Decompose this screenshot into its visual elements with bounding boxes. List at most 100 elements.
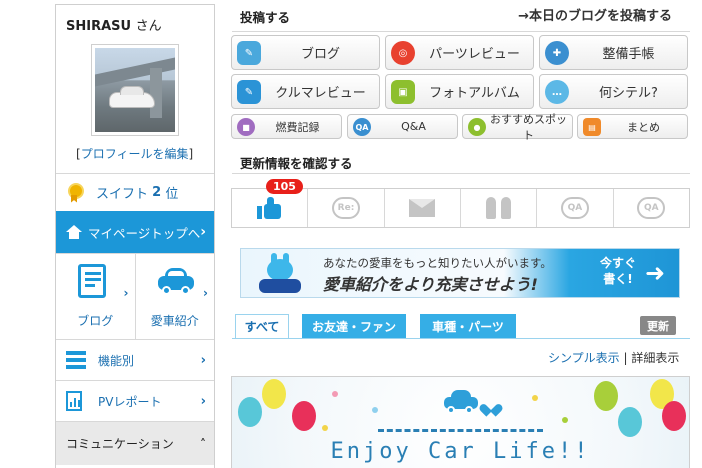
enjoy-car-life-text: Enjoy Car Life!! xyxy=(330,439,591,464)
balloon-decoration xyxy=(292,401,316,431)
bracket-close: ] xyxy=(188,147,194,161)
view-detail-link[interactable]: 詳細表示 xyxy=(631,351,679,365)
report-icon xyxy=(66,391,82,411)
balloon-decoration xyxy=(262,379,286,409)
banner-line1: あなたの愛車をもっと知りたい人がいます。 xyxy=(323,256,552,270)
banner-cta: 今すぐ 書く! xyxy=(597,255,639,287)
mypage-top-button[interactable]: マイページトップへ › xyxy=(56,211,214,253)
sidebar-section-communication[interactable]: コミュニケーション ˄ xyxy=(56,421,214,465)
banner-cta-line1: 今すぐ xyxy=(599,256,636,270)
rank-row[interactable]: スイフト 2 位 xyxy=(56,173,214,211)
view-separator: | xyxy=(623,351,628,365)
post-fuel-log-button[interactable]: ■ 燃費記録 xyxy=(231,114,342,139)
rank-value: 2 xyxy=(152,185,162,200)
enjoy-car-life-card[interactable]: Enjoy Car Life!! xyxy=(231,376,690,468)
chevron-right-icon: › xyxy=(203,286,208,300)
sidebar-tile-car[interactable]: › 愛車紹介 xyxy=(134,254,215,339)
list-icon xyxy=(66,351,86,369)
button-label: クルマレビュー xyxy=(275,86,366,101)
post-photo-album-button[interactable]: ▣ フォトアルバム xyxy=(385,74,534,109)
photo-icon: ▣ xyxy=(391,80,415,104)
profile-edit-link[interactable]: プロフィールを編集 xyxy=(81,147,189,161)
chevron-up-icon: ˄ xyxy=(200,436,206,451)
friends-icon xyxy=(484,197,514,219)
reply-icon: Re: xyxy=(331,197,360,219)
sidebar-tiles: › ブログ › 愛車紹介 xyxy=(56,253,214,339)
post-maintenance-button[interactable]: ✚ 整備手帳 xyxy=(539,35,688,70)
chevron-right-icon: › xyxy=(200,224,206,240)
button-label: まとめ xyxy=(627,120,660,134)
post-spot-button[interactable]: ● おすすめスポット xyxy=(462,113,573,142)
notif-messages[interactable] xyxy=(383,189,460,227)
notif-likes[interactable]: 105 xyxy=(232,179,307,227)
dashed-road-line xyxy=(378,429,543,432)
mail-icon xyxy=(409,199,436,217)
refresh-button[interactable]: 更新 xyxy=(640,316,676,335)
post-summary-button[interactable]: ▤ まとめ xyxy=(577,114,688,139)
sidebar-tile-blog[interactable]: › ブログ xyxy=(56,254,135,339)
post-qa-button[interactable]: QA Q&A xyxy=(347,114,458,139)
sidebar: SHIRASU さん [プロフィールを編集] スイフト 2 位 マイページトップ… xyxy=(55,4,215,468)
car-intro-banner[interactable]: あなたの愛車をもっと知りたい人がいます。 愛車紹介をより充実させよう! 今すぐ … xyxy=(240,248,680,298)
confetti-decoration xyxy=(322,425,328,431)
view-simple-link[interactable]: シンプル表示 xyxy=(548,351,620,365)
sidebar-item-functions[interactable]: 機能別 › xyxy=(56,339,214,380)
steering-wheel-icon: ◎ xyxy=(391,41,415,65)
car-icon xyxy=(444,389,478,414)
rank-car: スイフト xyxy=(96,187,149,202)
home-icon xyxy=(66,225,82,239)
chevron-right-icon: › xyxy=(123,286,129,300)
blog-pen-icon: ✎ xyxy=(237,41,261,65)
post-section-title: 投稿する xyxy=(240,10,291,25)
like-icon xyxy=(256,197,283,219)
tab-all[interactable]: すべて xyxy=(235,314,289,338)
arrow-right-icon: ➜ xyxy=(645,259,666,287)
notif-friends[interactable] xyxy=(459,189,536,227)
tab-car-parts[interactable]: 車種・パーツ xyxy=(420,314,516,338)
post-parts-review-button[interactable]: ◎ パーツレビュー xyxy=(385,35,534,70)
chevron-right-icon: › xyxy=(200,393,206,409)
wrench-icon: ✚ xyxy=(545,41,569,65)
post-whats-up-button[interactable]: … 何シテル? xyxy=(539,74,688,109)
mypage-label: マイページトップへ xyxy=(88,225,201,241)
like-count-badge: 105 xyxy=(266,179,303,194)
post-blog-button[interactable]: ✎ ブログ xyxy=(231,35,380,70)
sidebar-item-pv-report[interactable]: PVレポート › xyxy=(56,380,214,421)
user-name: SHIRASU さん xyxy=(66,15,162,34)
post-car-review-button[interactable]: ✎ クルマレビュー xyxy=(231,74,380,109)
notif-qa[interactable]: QA xyxy=(536,189,612,227)
sidebar-section-label: コミュニケーション xyxy=(66,437,174,451)
button-label: 何シテル? xyxy=(599,86,658,101)
car-icon xyxy=(157,268,194,295)
qa-answer-icon: QA xyxy=(637,197,666,219)
confetti-decoration xyxy=(562,417,568,423)
qa-icon: QA xyxy=(353,118,371,136)
balloon-decoration xyxy=(662,401,686,431)
rank-suffix: 位 xyxy=(165,187,179,202)
button-label: おすすめスポット xyxy=(490,112,567,142)
button-label: パーツレビュー xyxy=(429,47,520,62)
button-label: 燃費記録 xyxy=(275,120,320,134)
avatar-photo xyxy=(95,48,175,132)
sidebar-item-label: PVレポート xyxy=(98,394,162,409)
balloon-decoration xyxy=(238,397,262,427)
post-today-blog-link[interactable]: →本日のブログを投稿する xyxy=(518,5,672,24)
notif-qa-answers[interactable]: QA xyxy=(612,189,689,227)
user-name-suffix: さん xyxy=(135,19,162,34)
spot-icon: ● xyxy=(468,118,486,136)
fuel-icon: ■ xyxy=(237,118,255,136)
qa-gray-icon: QA xyxy=(560,197,589,219)
balloon-decoration xyxy=(594,381,618,411)
notification-bar: 105 Re: QA QA xyxy=(231,179,690,228)
avatar[interactable] xyxy=(91,44,179,136)
banner-line2: 愛車紹介をより充実させよう! xyxy=(323,275,538,294)
confetti-decoration xyxy=(532,395,538,401)
summary-icon: ▤ xyxy=(583,118,601,136)
chevron-right-icon: › xyxy=(200,352,206,368)
button-label: 整備手帳 xyxy=(602,47,655,62)
car-review-icon: ✎ xyxy=(237,80,261,104)
tab-friends-fans[interactable]: お友達・ファン xyxy=(302,314,406,338)
notif-replies[interactable]: Re: xyxy=(307,189,383,227)
tabs-divider xyxy=(232,338,690,339)
user-name-text: SHIRASU xyxy=(66,19,132,34)
